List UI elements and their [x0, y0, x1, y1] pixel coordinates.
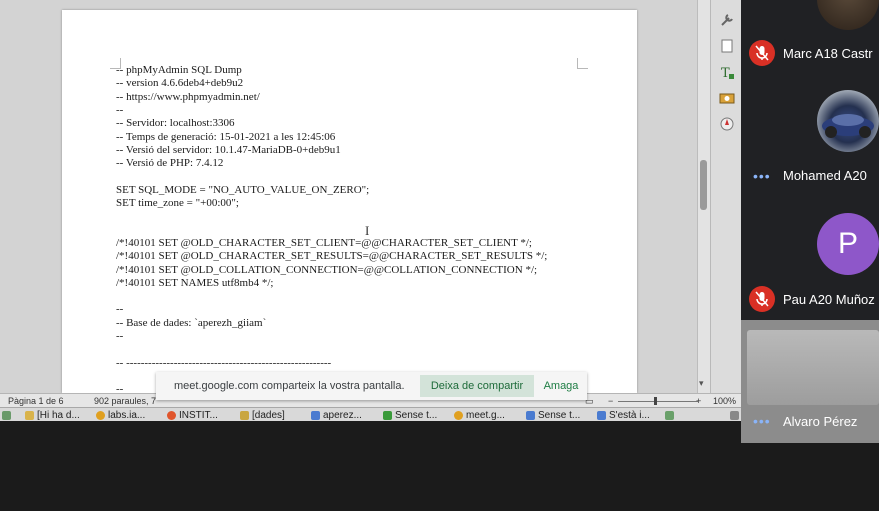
document-line: -- Versió de PHP: 7.4.12: [116, 157, 224, 170]
document-line: /*!40101 SET @OLD_CHARACTER_SET_CLIENT=@…: [116, 236, 532, 249]
participant-name: Pau A20 Muñoz: [783, 292, 875, 307]
video-frame: [747, 330, 879, 405]
folder-icon: [25, 410, 34, 420]
screen-share-banner: meet.google.com comparteix la vostra pan…: [156, 372, 587, 400]
avatar: [817, 90, 879, 152]
taskbar-item-label: S'està i...: [609, 409, 650, 421]
tray-icon[interactable]: [665, 409, 674, 421]
stop-sharing-button[interactable]: Deixa de compartir: [420, 375, 534, 397]
zoom-in-icon[interactable]: +: [696, 396, 701, 406]
tray-icon[interactable]: [730, 409, 739, 421]
participant-tile[interactable]: ••• Mohamed A20: [741, 80, 879, 200]
taskbar-item-label: labs.ia...: [108, 409, 146, 421]
taskbar-item[interactable]: [dades]: [240, 409, 285, 421]
taskbar-item[interactable]: Sense t...: [526, 409, 580, 421]
document-canvas: -- phpMyAdmin SQL Dump -- version 4.6.6de…: [0, 0, 707, 395]
taskbar-item-label: Sense t...: [538, 409, 581, 421]
mic-off-icon: [749, 40, 775, 66]
taskbar-item-label: meet.g...: [466, 409, 505, 421]
avatar: P: [817, 213, 879, 275]
taskbar-item[interactable]: meet.g...: [454, 409, 505, 421]
document-line: -- https://www.phpmyadmin.net/: [116, 90, 260, 103]
wrench-icon[interactable]: [719, 12, 735, 28]
editor-sidebar: T: [710, 0, 741, 393]
zoom-out-icon[interactable]: −: [608, 396, 613, 406]
document-line: -- Temps de generació: 15-01-2021 a les …: [116, 130, 336, 143]
mic-off-icon: [749, 286, 775, 312]
taskbar-item-label: aperez...: [323, 409, 362, 421]
chrome-icon: [454, 410, 463, 420]
word-count[interactable]: 902 paraules, 7: [94, 396, 156, 406]
navigator-icon[interactable]: [719, 116, 735, 132]
taskbar-item[interactable]: [Hi ha d...: [25, 409, 80, 421]
avatar: [817, 0, 879, 30]
document-line: -- Servidor: localhost:3306: [116, 117, 235, 130]
svg-text:T: T: [721, 66, 730, 80]
gallery-icon[interactable]: [719, 90, 735, 106]
chrome-icon: [96, 410, 105, 420]
document-line: -- version 4.6.6deb4+deb9u2: [116, 77, 244, 90]
taskbar-item-label: INSTIT...: [179, 409, 218, 421]
zoom-slider[interactable]: [618, 401, 698, 402]
document-line: -- Base de dades: `aperezh_giiam`: [116, 316, 267, 329]
writer-icon: [311, 410, 320, 420]
more-options-icon[interactable]: •••: [753, 413, 771, 429]
document-line: -- Versió del servidor: 10.1.47-MariaDB-…: [116, 143, 341, 156]
document-line: /*!40101 SET @OLD_COLLATION_CONNECTION=@…: [116, 263, 538, 276]
scrollbar-thumb[interactable]: [700, 160, 707, 210]
margin-corner-top-right: [577, 58, 588, 69]
participants-panel: Marc A18 Castr ••• Mohamed A20 P Pau A20…: [741, 0, 879, 443]
taskbar-item-label: Sense t...: [395, 409, 438, 421]
writer-icon: [526, 410, 535, 420]
participant-tile[interactable]: P Pau A20 Muñoz: [741, 200, 879, 320]
document-line: -- -------------------------------------…: [116, 356, 332, 369]
taskbar-item[interactable]: S'està i...: [597, 409, 650, 421]
taskbar-item[interactable]: aperez...: [311, 409, 362, 421]
zoom-slider-knob[interactable]: [654, 397, 657, 405]
document-line: /*!40101 SET @OLD_CHARACTER_SET_RESULTS=…: [116, 250, 548, 263]
participant-tile[interactable]: Marc A18 Castr: [741, 0, 879, 80]
document-line: --: [116, 330, 124, 342]
zoom-level[interactable]: 100%: [713, 396, 736, 406]
taskbar-item[interactable]: INSTIT...: [167, 409, 218, 421]
calc-icon: [383, 410, 392, 420]
share-message: meet.google.com comparteix la vostra pan…: [174, 380, 405, 392]
shared-screen: -- phpMyAdmin SQL Dump -- version 4.6.6de…: [0, 0, 741, 421]
participant-name: Alvaro Pérez: [783, 414, 858, 429]
folder-icon: [240, 410, 249, 420]
document-page[interactable]: -- phpMyAdmin SQL Dump -- version 4.6.6de…: [62, 10, 637, 395]
vertical-scrollbar[interactable]: ▾: [697, 0, 710, 393]
document-line: SET SQL_MODE = "NO_AUTO_VALUE_ON_ZERO";: [116, 183, 370, 196]
taskbar-item-label: [Hi ha d...: [37, 409, 80, 421]
text-cursor-icon: I: [365, 223, 370, 238]
styles-icon[interactable]: T: [719, 64, 735, 80]
participant-name: Marc A18 Castr: [783, 46, 873, 61]
hide-banner-button[interactable]: Amaga: [540, 375, 582, 397]
document-icon: [597, 410, 606, 420]
avatar-initial: P: [837, 227, 858, 260]
participant-video-tile[interactable]: ••• Alvaro Pérez: [741, 320, 879, 443]
page-count[interactable]: Pàgina 1 de 6: [8, 396, 64, 406]
document-line: --: [116, 103, 124, 116]
participant-name: Mohamed A20: [783, 168, 867, 183]
taskbar-menu-icon[interactable]: [2, 409, 11, 421]
taskbar-item-label: [dades]: [252, 409, 285, 421]
taskbar-item[interactable]: labs.ia...: [96, 409, 145, 421]
more-options-icon[interactable]: •••: [753, 168, 771, 184]
taskbar-item[interactable]: Sense t...: [383, 409, 437, 421]
document-line: --: [116, 303, 124, 316]
document-line: -- phpMyAdmin SQL Dump: [116, 64, 242, 76]
document-line: /*!40101 SET NAMES utf8mb4 */;: [116, 276, 274, 289]
scroll-down-arrow-icon[interactable]: ▾: [699, 378, 704, 389]
page-icon[interactable]: [719, 38, 735, 54]
taskbar: [Hi ha d... labs.ia... INSTIT... [dades]…: [0, 407, 741, 421]
document-line: SET time_zone = "+00:00";: [116, 197, 239, 209]
firefox-icon: [167, 410, 176, 420]
